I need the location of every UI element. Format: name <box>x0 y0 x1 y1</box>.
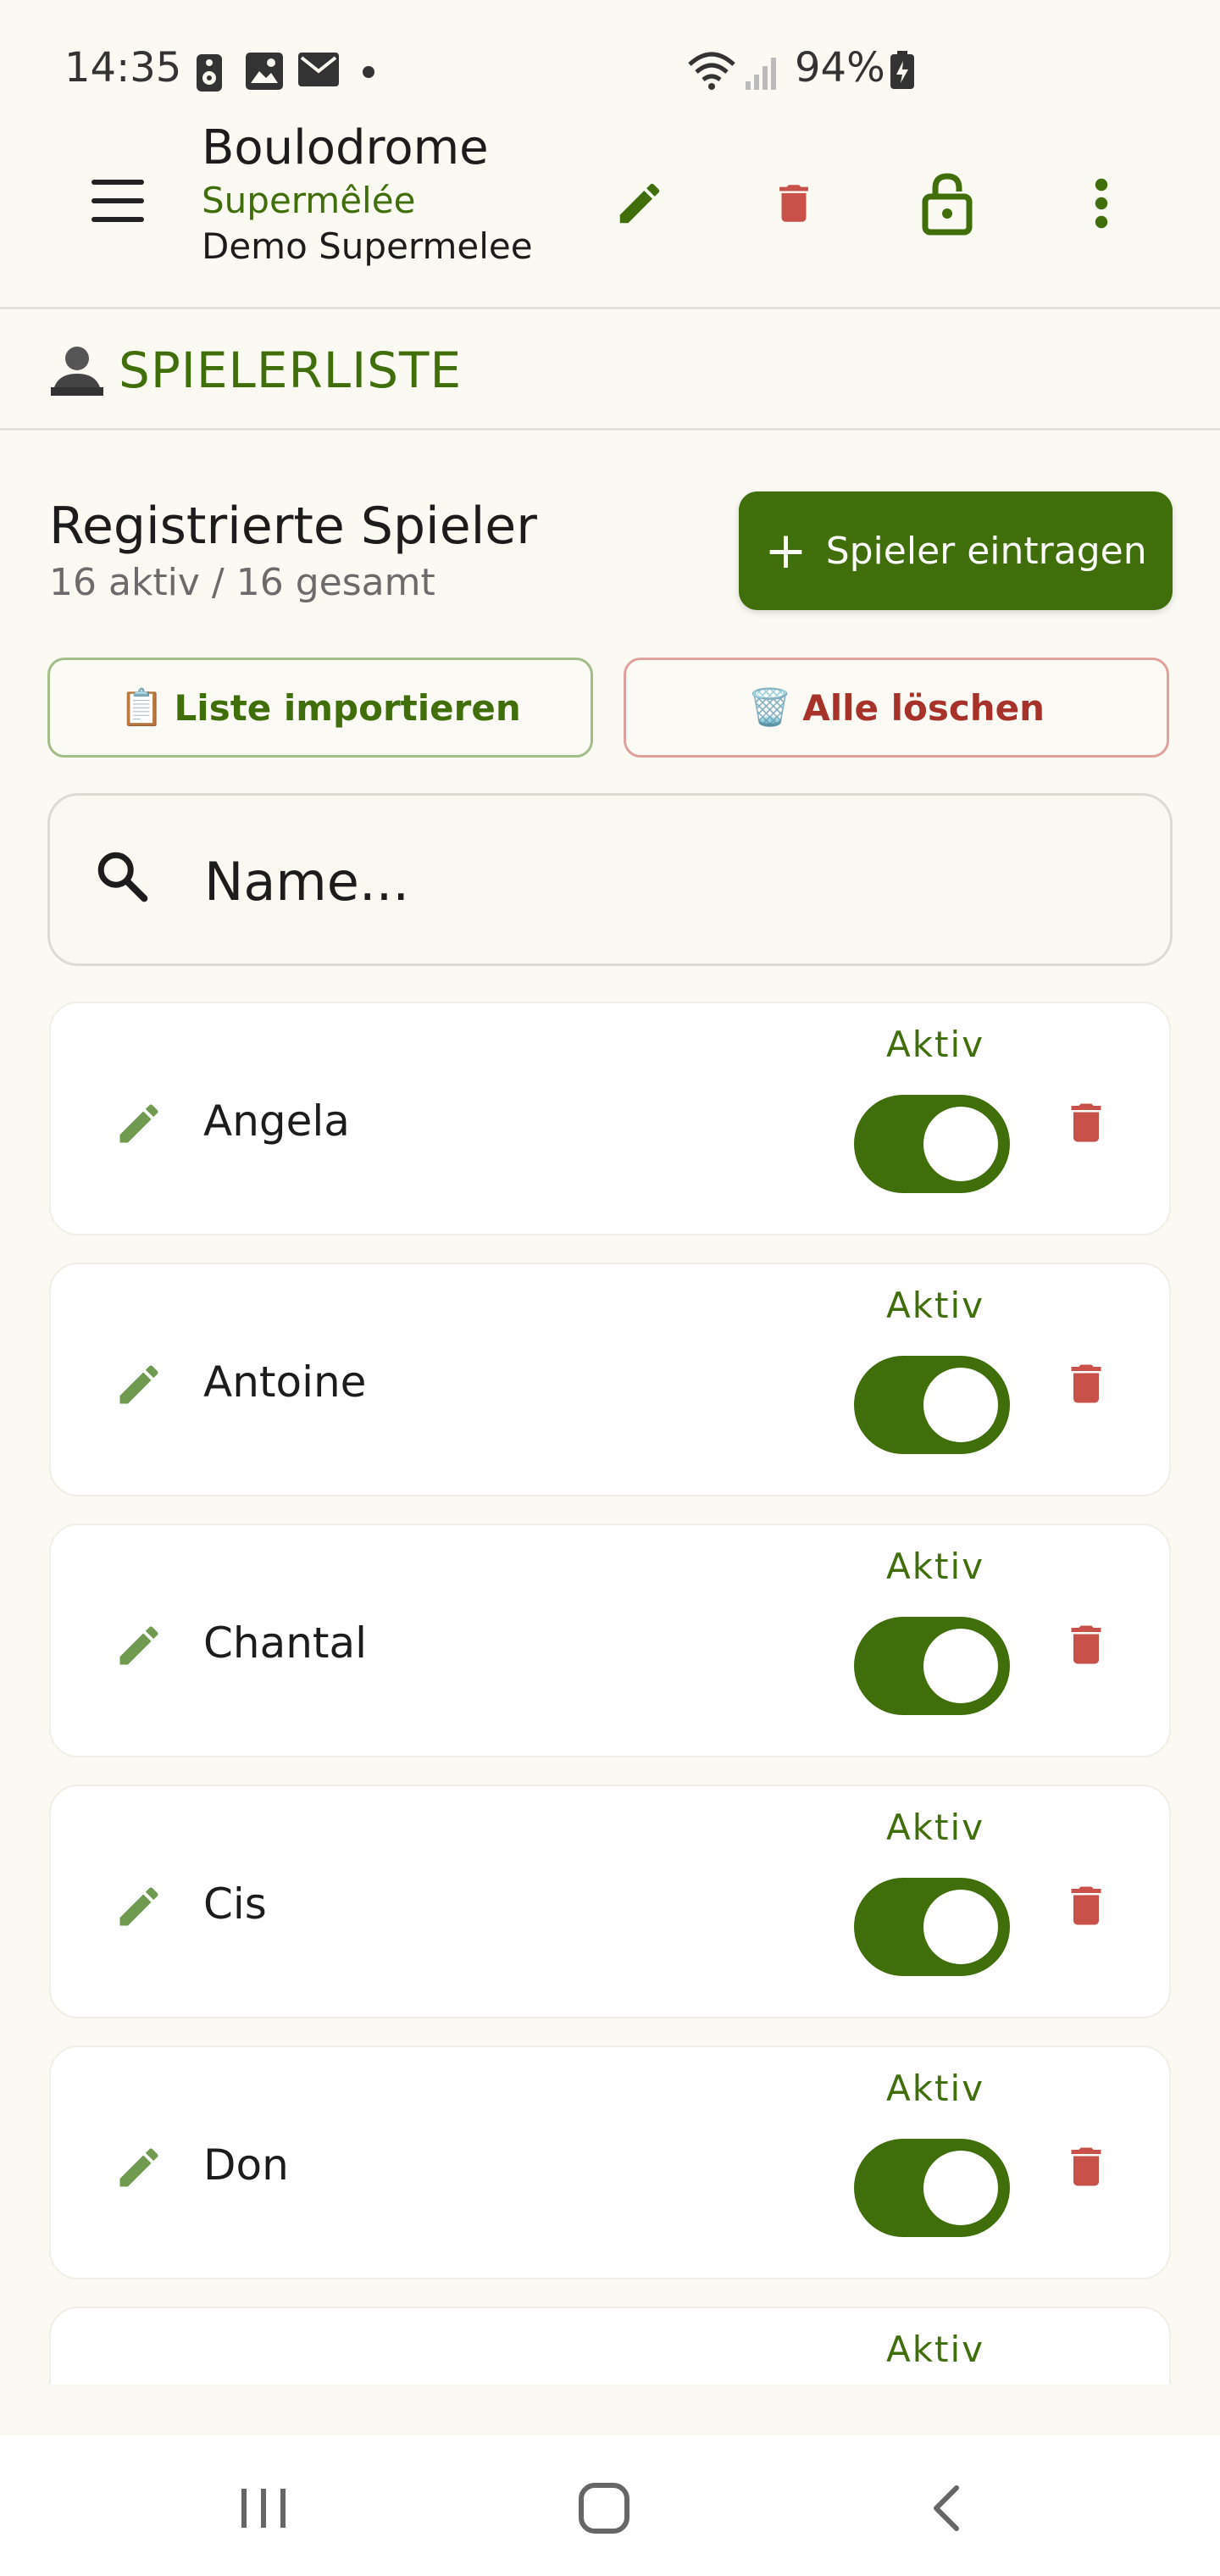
delete-player-icon[interactable] <box>1061 1878 1112 1934</box>
player-status-label: Aktiv <box>886 2329 985 2370</box>
active-toggle[interactable] <box>854 1878 1010 1976</box>
player-card: Cis Aktiv <box>49 1785 1171 2018</box>
player-name: Antoine <box>203 1357 367 1407</box>
back-icon <box>934 2485 959 2531</box>
app-bar: Boulodrome Supermêlée Demo Supermelee <box>0 119 1220 309</box>
player-status-label: Aktiv <box>886 1807 985 1848</box>
search-input[interactable] <box>202 838 1138 924</box>
edit-player-icon[interactable] <box>114 1098 164 1149</box>
menu-icon-line <box>92 217 144 222</box>
home-button[interactable] <box>566 2474 642 2542</box>
edit-player-icon[interactable] <box>114 1359 164 1410</box>
player-list: Angela Aktiv Antoine Aktiv Chantal Aktiv… <box>49 1002 1171 2384</box>
player-status-label: Aktiv <box>886 1546 985 1587</box>
player-name: Chantal <box>203 1618 368 1668</box>
edit-player-icon[interactable] <box>114 1881 164 1932</box>
clipboard-icon: 📋 <box>119 686 164 728</box>
recent-apps-icon <box>241 2489 286 2528</box>
delete-all-button[interactable]: 🗑️ Alle löschen <box>624 658 1169 758</box>
delete-player-icon[interactable] <box>1061 2139 1112 2195</box>
delete-player-icon[interactable] <box>1061 1095 1112 1151</box>
speaker-icon <box>195 53 224 97</box>
player-status-label: Aktiv <box>886 2068 985 2109</box>
search-field[interactable] <box>47 793 1173 966</box>
menu-button[interactable] <box>85 168 152 236</box>
toggle-knob <box>923 1629 998 1703</box>
active-toggle[interactable] <box>854 1617 1010 1715</box>
player-card: Antoine Aktiv <box>49 1263 1171 1496</box>
delete-all-label: Alle löschen <box>802 686 1045 729</box>
back-button[interactable] <box>908 2474 984 2542</box>
app-subtitle: Supermêlée <box>202 180 416 221</box>
app-title: Boulodrome <box>202 120 489 175</box>
add-player-button[interactable]: + Spieler eintragen <box>739 491 1173 610</box>
image-icon <box>246 53 283 93</box>
toggle-knob <box>923 1368 998 1442</box>
active-toggle[interactable] <box>854 2139 1010 2237</box>
unlock-icon <box>922 173 973 236</box>
delete-player-icon[interactable] <box>1061 1617 1112 1673</box>
import-list-label: Liste importieren <box>174 686 521 729</box>
player-name: Cis <box>203 1879 267 1929</box>
battery-icon <box>890 51 915 93</box>
more-vert-icon <box>1095 178 1108 229</box>
player-name: Don <box>203 2140 289 2190</box>
edit-player-icon[interactable] <box>114 2142 164 2193</box>
edit-player-icon[interactable] <box>114 1620 164 1671</box>
menu-icon-line <box>92 180 144 185</box>
plus-icon: + <box>764 521 807 580</box>
player-status-label: Aktiv <box>886 1285 985 1326</box>
mail-icon <box>298 53 339 90</box>
battery-percent: 94% <box>795 44 885 92</box>
event-name: Demo Supermelee <box>202 225 533 267</box>
toggle-knob <box>923 1107 998 1181</box>
person-icon <box>49 343 105 399</box>
active-toggle[interactable] <box>854 1095 1010 1193</box>
delete-player-icon[interactable] <box>1061 1356 1112 1412</box>
player-count: 16 aktiv / 16 gesamt <box>49 561 435 604</box>
recent-apps-button[interactable] <box>225 2474 302 2542</box>
toggle-knob <box>923 1890 998 1964</box>
player-card: Aktiv <box>49 2307 1171 2384</box>
edit-icon <box>619 183 660 224</box>
wifi-icon <box>686 49 737 95</box>
search-icon <box>92 847 152 909</box>
menu-icon-line <box>92 198 144 203</box>
player-card: Don Aktiv <box>49 2046 1171 2279</box>
system-nav-bar <box>0 2435 1220 2576</box>
toggle-knob <box>923 2151 998 2225</box>
player-name: Angela <box>203 1096 350 1146</box>
status-time: 14:35 <box>64 44 182 92</box>
wastebasket-icon: 🗑️ <box>747 686 793 728</box>
delete-button[interactable] <box>756 165 832 242</box>
player-card: Chantal Aktiv <box>49 1524 1171 1757</box>
delete-icon <box>779 185 808 222</box>
home-icon <box>579 2483 629 2534</box>
section-header: SPIELERLISTE <box>0 309 1220 430</box>
status-bar: 14:35 94% <box>0 0 1220 127</box>
edit-button[interactable] <box>602 165 678 242</box>
registered-players-title: Registrierte Spieler <box>49 497 537 556</box>
notification-dot <box>363 66 374 78</box>
more-options-button[interactable] <box>1063 165 1140 242</box>
unlock-button[interactable] <box>909 165 985 242</box>
add-player-label: Spieler eintragen <box>825 529 1147 573</box>
player-card: Angela Aktiv <box>49 1002 1171 1235</box>
import-list-button[interactable]: 📋 Liste importieren <box>47 658 593 758</box>
player-status-label: Aktiv <box>886 1024 985 1065</box>
signal-icon <box>744 54 781 95</box>
active-toggle[interactable] <box>854 1356 1010 1454</box>
section-title: SPIELERLISTE <box>119 341 463 399</box>
